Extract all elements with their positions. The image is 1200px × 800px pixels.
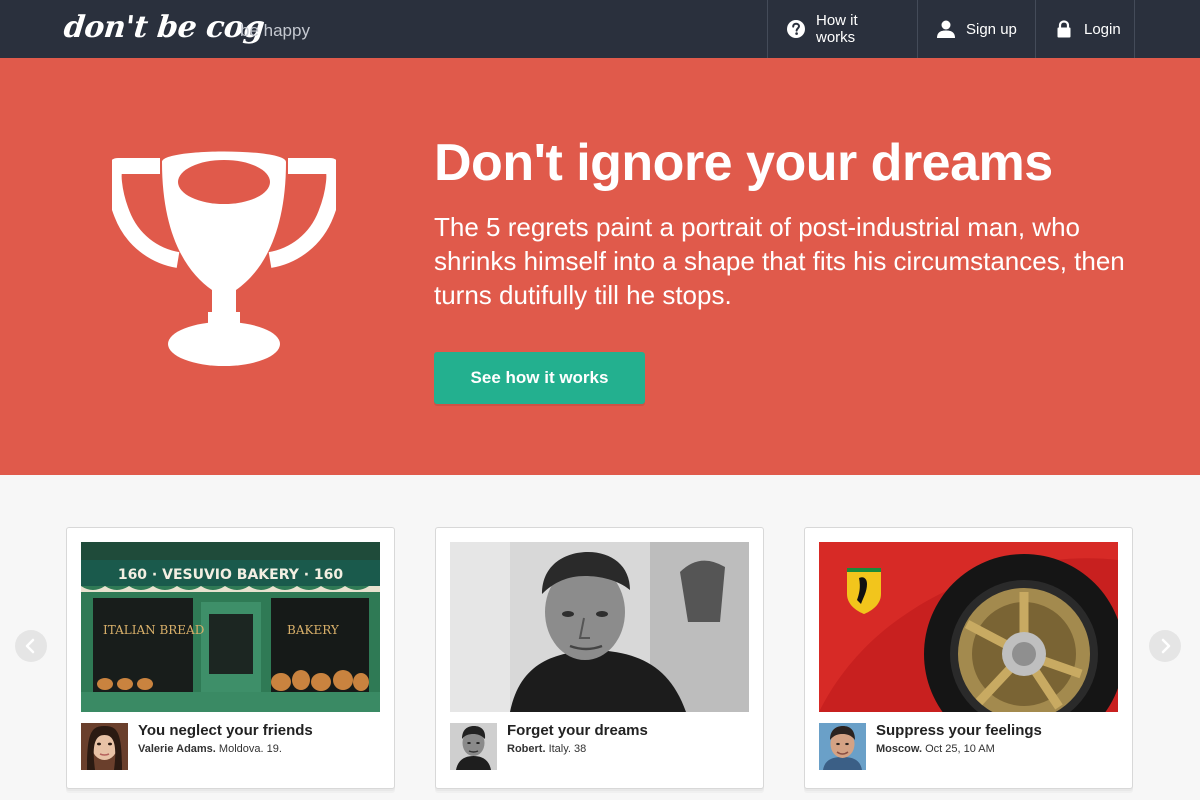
nav-menu: How it works Sign up Login	[767, 0, 1135, 58]
hero-title: Don't ignore your dreams	[434, 134, 1053, 192]
site-tagline: be happy	[240, 21, 310, 40]
story-details: Italy. 38	[548, 743, 587, 755]
story-details: Oct 25, 10 AM	[925, 743, 995, 755]
user-icon	[936, 19, 956, 39]
author-avatar	[819, 723, 866, 770]
author-avatar	[81, 723, 128, 770]
bakery-sign-text: 160 · VESUVIO BAKERY · 160	[118, 567, 344, 583]
stories-carousel: 160 · VESUVIO BAKERY · 160 ITALIAN BREAD…	[0, 475, 1200, 800]
question-icon	[786, 19, 806, 39]
story-photo-bakery: 160 · VESUVIO BAKERY · 160 ITALIAN BREAD…	[81, 542, 380, 712]
story-title[interactable]: You neglect your friends	[138, 722, 313, 739]
nav-how-it-works-label: How it works	[816, 12, 858, 46]
carousel-prev-button[interactable]	[15, 630, 47, 662]
story-title[interactable]: Suppress your feelings	[876, 722, 1042, 739]
story-meta: Moscow. Oct 25, 10 AM	[876, 743, 995, 755]
story-author: Moscow.	[876, 743, 923, 755]
story-photo-portrait	[450, 542, 749, 712]
story-meta: Valerie Adams. Moldova. 19.	[138, 743, 282, 755]
carousel-next-button[interactable]	[1149, 630, 1181, 662]
see-how-it-works-button[interactable]: See how it works	[434, 352, 645, 404]
site-logo[interactable]: don't be cog	[62, 10, 266, 45]
story-details: Moldova. 19.	[218, 743, 282, 755]
story-photo-car-wheel	[819, 542, 1118, 712]
story-author: Robert.	[507, 743, 546, 755]
nav-how-it-works[interactable]: How it works	[767, 0, 917, 58]
story-author: Valerie Adams.	[138, 743, 216, 755]
trophy-icon	[105, 144, 343, 368]
hero-banner: Don't ignore your dreams The 5 regrets p…	[0, 58, 1200, 475]
story-card[interactable]: Forget your dreams Robert. Italy. 38	[435, 527, 764, 789]
nav-login[interactable]: Login	[1035, 0, 1135, 58]
nav-sign-up[interactable]: Sign up	[917, 0, 1035, 58]
story-card[interactable]: Suppress your feelings Moscow. Oct 25, 1…	[804, 527, 1133, 789]
nav-login-label: Login	[1084, 20, 1121, 38]
svg-text:BAKERY: BAKERY	[287, 623, 340, 637]
top-navbar: don't be cog be happy How it works Sign …	[0, 0, 1200, 58]
author-avatar	[450, 723, 497, 770]
nav-sign-up-label: Sign up	[966, 20, 1017, 38]
story-meta: Robert. Italy. 38	[507, 743, 586, 755]
hero-description: The 5 regrets paint a portrait of post-i…	[434, 212, 1125, 310]
lock-icon	[1054, 19, 1074, 39]
story-title[interactable]: Forget your dreams	[507, 722, 648, 739]
story-card[interactable]: 160 · VESUVIO BAKERY · 160 ITALIAN BREAD…	[66, 527, 395, 789]
svg-text:ITALIAN BREAD: ITALIAN BREAD	[103, 623, 204, 637]
